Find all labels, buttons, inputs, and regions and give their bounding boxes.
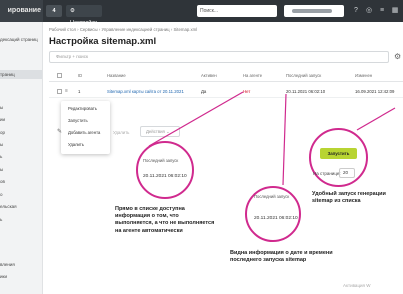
brand-title: ирование bbox=[0, 0, 43, 22]
cell-id: 1 bbox=[78, 89, 81, 94]
sidebar-item[interactable]: ы bbox=[0, 142, 3, 147]
search-input[interactable]: Поиск... bbox=[197, 5, 277, 17]
sidebar-item[interactable]: ор bbox=[0, 130, 5, 135]
callout-label: Последний запуск bbox=[143, 158, 179, 163]
table-row[interactable]: ≡ 1 Sitemap.xml карты сайта от 20.11.202… bbox=[49, 86, 403, 98]
annotation-run: Удобный запуск генерации sitemap из спис… bbox=[312, 191, 386, 205]
callout-value: 20.11.2021 06:02:10 bbox=[143, 174, 187, 179]
user-field[interactable] bbox=[284, 5, 344, 17]
sidebar-item[interactable]: ь bbox=[0, 217, 2, 222]
filter-search-input[interactable]: Фильтр + поиск bbox=[49, 51, 389, 63]
cell-agent: Нет bbox=[243, 89, 251, 94]
column-header-agent[interactable]: На агенте bbox=[243, 73, 262, 78]
row-menu-icon[interactable]: ≡ bbox=[65, 88, 68, 94]
chevron-down-icon: ⌄ bbox=[166, 129, 170, 134]
breadcrumb-item[interactable]: Sitemap.xml bbox=[173, 27, 197, 32]
column-header-id[interactable]: ID bbox=[78, 73, 82, 78]
cell-active: Да bbox=[201, 89, 207, 94]
breadcrumb: Рабочий стол › Сервисы › Управление инде… bbox=[49, 27, 198, 32]
sidebar-item[interactable]: ельская bbox=[0, 204, 17, 209]
group-action-select[interactable]: Действия ⌄ bbox=[140, 126, 180, 137]
column-header-active[interactable]: Активен bbox=[201, 73, 217, 78]
group-delete-button[interactable]: Удалить bbox=[113, 130, 129, 135]
sidebar-item[interactable]: ии bbox=[0, 117, 5, 122]
per-page-select[interactable]: 20 bbox=[339, 168, 355, 178]
callout-last-run-zoom: Последний запуск 20.11.2021 06:02:10 bbox=[136, 141, 194, 199]
connector-line-left bbox=[148, 91, 244, 147]
sidebar-item[interactable]: дексаций страниц bbox=[0, 37, 38, 42]
callout-label: Последний запуск bbox=[254, 194, 290, 199]
cell-modified: 16.09.2021 12:42:09 bbox=[355, 89, 395, 94]
cell-name-link[interactable]: Sitemap.xml карты сайта от 20.11.2021 bbox=[107, 89, 184, 94]
sidebar-item[interactable]: ь bbox=[0, 154, 2, 159]
top-bar: ирование 4 ⚙ Настройки Поиск... ? ◎ ≡ ▦ bbox=[0, 0, 403, 26]
gear-icon[interactable]: ⚙ bbox=[394, 52, 401, 61]
sidebar-item[interactable]: ы bbox=[0, 167, 3, 172]
star-icon[interactable]: ☆ bbox=[140, 37, 147, 46]
row-context-menu: Редактировать Запустить Добавить агента … bbox=[61, 101, 110, 154]
menu-item-run[interactable]: Запустить bbox=[68, 118, 88, 123]
cell-last-run: 20.11.2021 06:02:10 bbox=[286, 89, 326, 94]
annotation-last-run: Видна информация о дате и времени послед… bbox=[230, 250, 333, 264]
help-icon[interactable]: ? bbox=[352, 7, 360, 15]
globe-icon[interactable]: ◎ bbox=[365, 7, 373, 15]
pencil-icon[interactable]: ✎ bbox=[57, 128, 62, 135]
row-checkbox[interactable] bbox=[57, 89, 62, 94]
group-action-label: Действия bbox=[146, 129, 165, 134]
notifications-button[interactable]: 4 bbox=[46, 5, 62, 17]
breadcrumb-item[interactable]: Рабочий стол bbox=[49, 27, 76, 32]
sidebar-item[interactable]: о bbox=[0, 192, 3, 197]
breadcrumb-item[interactable]: Сервисы bbox=[80, 27, 98, 32]
user-name-redacted bbox=[292, 9, 332, 13]
sidebar-item[interactable]: ы bbox=[0, 105, 3, 110]
menu-icon[interactable]: ≡ bbox=[378, 7, 386, 15]
settings-button[interactable]: ⚙ Настройки bbox=[66, 5, 102, 26]
grid-icon[interactable]: ▦ bbox=[391, 7, 399, 15]
breadcrumb-item[interactable]: Управление индексацией страниц bbox=[101, 27, 169, 32]
activation-watermark: Активация W bbox=[343, 283, 371, 288]
menu-item-edit[interactable]: Редактировать bbox=[68, 106, 97, 111]
column-header-modified[interactable]: Изменен bbox=[355, 73, 372, 78]
menu-item-add-agent[interactable]: Добавить агента bbox=[68, 130, 100, 135]
callout-last-run-zoom-2: Последний запуск 20.11.2021 06:02:10 bbox=[245, 186, 301, 242]
sidebar-item-active[interactable]: траниц bbox=[0, 72, 15, 77]
connector-line-bottom bbox=[282, 93, 287, 186]
column-header-last-run[interactable]: Последний запуск bbox=[286, 73, 321, 78]
table-header: ID Название Активен На агенте Последний … bbox=[49, 70, 403, 82]
column-header-name[interactable]: Название bbox=[107, 73, 126, 78]
sidebar-item[interactable]: вления bbox=[0, 262, 15, 267]
callout-value: 20.11.2021 06:02:10 bbox=[254, 216, 298, 221]
per-page-label: На странице: bbox=[313, 171, 341, 176]
sidebar: дексаций страниц траниц ы ии ор ы ь ы ов… bbox=[0, 22, 43, 294]
annotation-agent-info: Прямо в списке доступна информация о том… bbox=[115, 206, 215, 234]
gear-icon: ⚙ bbox=[70, 8, 75, 14]
sidebar-item[interactable]: ов bbox=[0, 179, 5, 184]
menu-item-delete[interactable]: Удалить bbox=[68, 142, 84, 147]
select-all-checkbox[interactable] bbox=[57, 73, 62, 78]
run-button[interactable]: Запустить bbox=[320, 148, 357, 159]
settings-label: Настройки bbox=[70, 20, 97, 26]
connector-line-right bbox=[356, 107, 396, 131]
sidebar-item[interactable]: ики bbox=[0, 274, 7, 279]
